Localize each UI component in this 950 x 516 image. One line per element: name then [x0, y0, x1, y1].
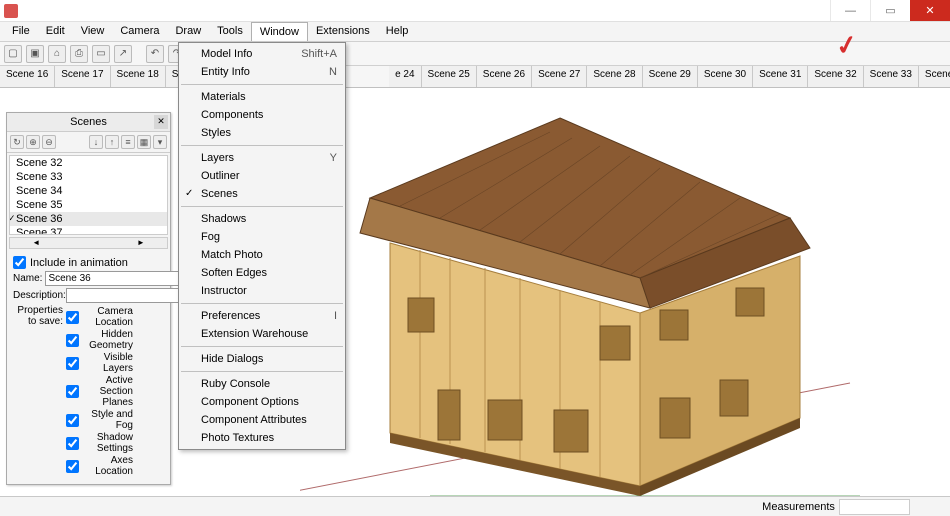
- menu-camera[interactable]: Camera: [112, 22, 167, 41]
- maximize-button[interactable]: ▭: [870, 0, 910, 21]
- menu-help[interactable]: Help: [378, 22, 417, 41]
- menu-window[interactable]: Window: [251, 22, 308, 41]
- window-controls: — ▭ ✕: [830, 0, 950, 21]
- tool-new-icon[interactable]: ▢: [4, 45, 22, 63]
- scene-list-item[interactable]: Scene 37: [10, 226, 167, 235]
- menu-draw[interactable]: Draw: [167, 22, 209, 41]
- property-checkbox[interactable]: Visible Layers: [66, 352, 164, 374]
- menu-item-fog[interactable]: Fog: [179, 228, 345, 246]
- menu-item-match-photo[interactable]: Match Photo: [179, 246, 345, 264]
- scene-tab[interactable]: Scene 34: [919, 66, 950, 87]
- move-up-icon[interactable]: ↓: [89, 135, 103, 149]
- house-model[interactable]: [300, 78, 860, 508]
- include-animation-checkbox[interactable]: Include in animation: [13, 256, 164, 269]
- menu-item-entity-info[interactable]: Entity InfoN: [179, 63, 345, 81]
- menu-separator: [181, 371, 343, 372]
- menu-item-model-info[interactable]: Model InfoShift+A: [179, 45, 345, 63]
- view-list-icon[interactable]: ≡: [121, 135, 135, 149]
- add-scene-icon[interactable]: ⊕: [26, 135, 40, 149]
- tool-home-icon[interactable]: ⌂: [48, 45, 66, 63]
- details-icon[interactable]: ▾: [153, 135, 167, 149]
- scene-tab[interactable]: Scene 16: [0, 66, 55, 87]
- menu-item-ruby-console[interactable]: Ruby Console: [179, 375, 345, 393]
- statusbar: Measurements: [0, 496, 950, 516]
- menu-item-materials[interactable]: Materials: [179, 88, 345, 106]
- property-checkbox[interactable]: Style and Fog: [66, 409, 164, 431]
- refresh-icon[interactable]: ↻: [10, 135, 24, 149]
- description-label: Description:: [13, 290, 63, 301]
- undo-icon[interactable]: ↶: [146, 45, 164, 63]
- menu-item-extension-warehouse[interactable]: Extension Warehouse: [179, 325, 345, 343]
- property-checkbox[interactable]: Active Section Planes: [66, 375, 164, 408]
- window-menu-dropdown[interactable]: Model InfoShift+AEntity InfoNMaterialsCo…: [178, 42, 346, 450]
- properties-label: Properties to save:: [13, 305, 63, 327]
- menu-item-preferences[interactable]: PreferencesI: [179, 307, 345, 325]
- property-checkbox[interactable]: Hidden Geometry: [66, 329, 164, 351]
- menu-file[interactable]: File: [4, 22, 38, 41]
- scene-list[interactable]: Scene 32Scene 33Scene 34Scene 35Scene 36…: [9, 155, 168, 235]
- menu-item-soften-edges[interactable]: Soften Edges: [179, 264, 345, 282]
- menu-item-component-attributes[interactable]: Component Attributes: [179, 411, 345, 429]
- menu-item-hide-dialogs[interactable]: Hide Dialogs: [179, 350, 345, 368]
- menu-item-components[interactable]: Components: [179, 106, 345, 124]
- menu-extensions[interactable]: Extensions: [308, 22, 378, 41]
- menu-edit[interactable]: Edit: [38, 22, 73, 41]
- menu-item-instructor[interactable]: Instructor: [179, 282, 345, 300]
- panel-toolbar: ↻ ⊕ ⊖ ↓ ↑ ≡ ▦ ▾: [7, 132, 170, 153]
- app-icon: [4, 4, 18, 18]
- view-grid-icon[interactable]: ▦: [137, 135, 151, 149]
- menu-view[interactable]: View: [73, 22, 113, 41]
- scene-list-item[interactable]: Scene 32: [10, 156, 167, 170]
- scene-list-item[interactable]: Scene 35: [10, 198, 167, 212]
- move-down-icon[interactable]: ↑: [105, 135, 119, 149]
- menu-item-shadows[interactable]: Shadows: [179, 210, 345, 228]
- scenes-panel[interactable]: Scenes ✕ ↻ ⊕ ⊖ ↓ ↑ ≡ ▦ ▾ Scene 32Scene 3…: [6, 112, 171, 485]
- menu-separator: [181, 84, 343, 85]
- tool-folder-icon[interactable]: ▭: [92, 45, 110, 63]
- measurements-input[interactable]: [839, 499, 910, 515]
- menu-separator: [181, 145, 343, 146]
- scene-list-scrollbar[interactable]: ◄►: [9, 237, 168, 249]
- menu-item-outliner[interactable]: Outliner: [179, 167, 345, 185]
- property-checkbox[interactable]: Axes Location: [66, 455, 164, 477]
- scene-tab[interactable]: Scene 33: [864, 66, 919, 87]
- panel-title: Scenes ✕: [7, 113, 170, 132]
- scene-name-input[interactable]: [45, 271, 183, 286]
- titlebar: — ▭ ✕: [0, 0, 950, 22]
- scene-list-item[interactable]: Scene 33: [10, 170, 167, 184]
- scene-list-item[interactable]: Scene 34: [10, 184, 167, 198]
- scene-tab[interactable]: Scene 17: [55, 66, 110, 87]
- name-label: Name:: [13, 273, 42, 284]
- menu-item-styles[interactable]: Styles: [179, 124, 345, 142]
- minimize-button[interactable]: —: [830, 0, 870, 21]
- menubar: FileEditViewCameraDrawToolsWindowExtensi…: [0, 22, 950, 42]
- tool-export-icon[interactable]: ↗: [114, 45, 132, 63]
- menu-item-component-options[interactable]: Component Options: [179, 393, 345, 411]
- property-checkbox[interactable]: Camera Location: [66, 306, 164, 328]
- menu-separator: [181, 303, 343, 304]
- tool-print-icon[interactable]: ⎙: [70, 45, 88, 63]
- menu-item-scenes[interactable]: Scenes: [179, 185, 345, 203]
- menu-separator: [181, 346, 343, 347]
- menu-item-layers[interactable]: LayersY: [179, 149, 345, 167]
- menu-item-photo-textures[interactable]: Photo Textures: [179, 429, 345, 447]
- menu-tools[interactable]: Tools: [209, 22, 251, 41]
- panel-close-button[interactable]: ✕: [154, 115, 168, 129]
- scene-tab[interactable]: Scene 18: [111, 66, 166, 87]
- scene-list-item[interactable]: Scene 36: [10, 212, 167, 226]
- measurements-label: Measurements: [762, 501, 835, 513]
- property-checkbox[interactable]: Shadow Settings: [66, 432, 164, 454]
- tool-cube-icon[interactable]: ▣: [26, 45, 44, 63]
- panel-title-text: Scenes: [70, 116, 107, 128]
- remove-scene-icon[interactable]: ⊖: [42, 135, 56, 149]
- menu-separator: [181, 206, 343, 207]
- toolbar: ▢ ▣ ⌂ ⎙ ▭ ↗ ↶ ↷ ◎ ◉: [0, 42, 950, 66]
- close-button[interactable]: ✕: [910, 0, 950, 21]
